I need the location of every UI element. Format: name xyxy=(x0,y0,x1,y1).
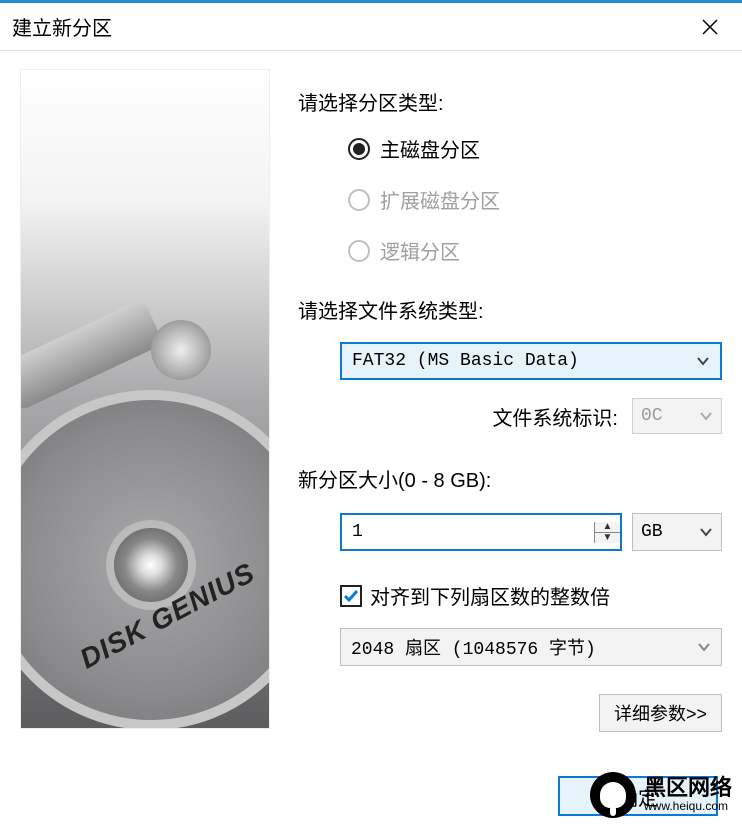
size-spinner: ▲ ▼ xyxy=(594,522,620,543)
align-select[interactable]: 2048 扇区 (1048576 字节) xyxy=(340,628,722,666)
radio-icon xyxy=(348,189,370,211)
radio-icon xyxy=(348,240,370,262)
dialog-footer: 确定 xyxy=(0,776,742,816)
ok-button[interactable]: 确定 xyxy=(558,776,718,816)
size-label: 新分区大小(0 - 8 GB): xyxy=(298,464,722,493)
chevron-down-icon xyxy=(699,409,713,423)
size-unit-value: GB xyxy=(641,522,663,542)
window-title: 建立新分区 xyxy=(12,12,690,41)
size-input-wrap: ▲ ▼ xyxy=(340,513,622,551)
fs-id-select: 0C xyxy=(632,398,722,434)
radio-logical: 逻辑分区 xyxy=(348,236,722,265)
advanced-button[interactable]: 详细参数>> xyxy=(599,694,722,732)
align-checkbox-row[interactable]: 对齐到下列扇区数的整数倍 xyxy=(340,581,722,610)
chevron-down-icon xyxy=(699,525,713,539)
close-icon xyxy=(700,17,720,37)
radio-logical-label: 逻辑分区 xyxy=(380,236,460,265)
sidebar-illustration: DISK GENIUS xyxy=(20,69,270,729)
fs-type-select[interactable]: FAT32 (MS Basic Data) xyxy=(340,342,722,380)
ok-button-label: 确定 xyxy=(618,788,658,810)
check-icon xyxy=(343,588,359,604)
spinner-down[interactable]: ▼ xyxy=(595,533,620,543)
radio-primary[interactable]: 主磁盘分区 xyxy=(348,134,722,163)
chevron-down-icon xyxy=(696,354,710,368)
size-unit-select[interactable]: GB xyxy=(632,513,722,551)
spinner-up[interactable]: ▲ xyxy=(595,522,620,533)
radio-primary-label: 主磁盘分区 xyxy=(380,134,480,163)
form-area: 请选择分区类型: 主磁盘分区 扩展磁盘分区 逻辑分区 请选择文件系统类型: FA… xyxy=(298,69,722,732)
align-checkbox-label: 对齐到下列扇区数的整数倍 xyxy=(370,581,610,610)
titlebar: 建立新分区 xyxy=(0,3,742,51)
advanced-button-label: 详细参数>> xyxy=(614,700,707,726)
fs-type-label: 请选择文件系统类型: xyxy=(298,295,722,324)
fs-id-value: 0C xyxy=(641,406,663,426)
partition-type-label: 请选择分区类型: xyxy=(298,87,722,116)
checkbox-icon xyxy=(340,585,362,607)
radio-icon xyxy=(348,138,370,160)
partition-type-group: 主磁盘分区 扩展磁盘分区 逻辑分区 xyxy=(348,134,722,265)
fs-id-label: 文件系统标识: xyxy=(492,402,618,431)
chevron-down-icon xyxy=(697,640,711,654)
radio-extended: 扩展磁盘分区 xyxy=(348,185,722,214)
close-button[interactable] xyxy=(690,7,730,47)
fs-type-value: FAT32 (MS Basic Data) xyxy=(352,351,579,371)
radio-extended-label: 扩展磁盘分区 xyxy=(380,185,500,214)
align-value: 2048 扇区 (1048576 字节) xyxy=(351,634,596,660)
size-input[interactable] xyxy=(342,522,594,542)
